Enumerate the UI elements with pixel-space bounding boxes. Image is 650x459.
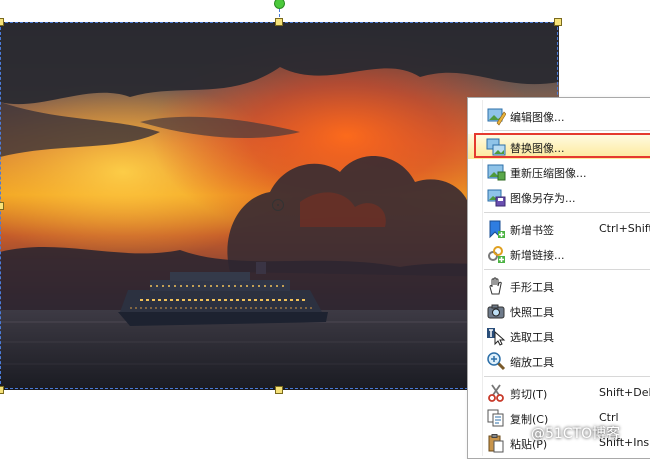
menu-item-save-image-as[interactable]: 图像另存为... (468, 184, 650, 209)
zoom-tool-icon (486, 351, 506, 371)
menu-item-recompress-image[interactable]: 重新压缩图像... (468, 159, 650, 184)
menu-item-hand-tool[interactable]: 手形工具 (468, 273, 650, 298)
edit-image-icon (486, 106, 507, 126)
menu-separator (484, 269, 650, 270)
paste-icon (486, 433, 506, 453)
menu-separator (484, 130, 650, 131)
replace-image-icon (486, 137, 506, 157)
context-menu: 编辑图像... 替换图像... 重新压缩图像... 图像另存为... 新增书签 … (467, 97, 650, 459)
resize-handle-top-left[interactable] (0, 18, 4, 26)
menu-item-label: 新增链接... (510, 249, 565, 262)
menu-item-label: 新增书签 (510, 224, 554, 237)
menu-item-label: 图像另存为... (510, 192, 576, 205)
menu-item-add-bookmark[interactable]: 新增书签 Ctrl+Shift (468, 216, 650, 241)
copy-icon (486, 408, 506, 428)
menu-item-label: 缩放工具 (510, 356, 554, 369)
resize-handle-bottom-left[interactable] (0, 386, 4, 394)
cut-icon (486, 383, 506, 403)
menu-item-label: 替换图像... (510, 142, 565, 155)
rotation-handle[interactable] (274, 0, 285, 9)
menu-item-label: 剪切(T) (510, 388, 548, 401)
menu-item-replace-image[interactable]: 替换图像... (468, 134, 650, 159)
menu-separator (484, 212, 650, 213)
image-center-marker (272, 199, 284, 211)
menu-item-add-link[interactable]: 新增链接... (468, 241, 650, 266)
recompress-image-icon (486, 162, 506, 182)
add-link-icon (486, 244, 506, 264)
menu-item-label: 编辑图像... (510, 111, 565, 124)
resize-handle-top[interactable] (275, 18, 283, 26)
snapshot-tool-icon (486, 301, 506, 321)
watermark: @51CTO博客 (531, 426, 621, 442)
menu-separator (484, 376, 650, 377)
resize-handle-left[interactable] (0, 202, 4, 210)
menu-item-edit-image[interactable]: 编辑图像... (468, 103, 650, 128)
select-tool-icon (486, 326, 506, 346)
menu-item-zoom-tool[interactable]: 缩放工具 (468, 348, 650, 373)
menu-item-select-tool[interactable]: 选取工具 (468, 323, 650, 348)
menu-item-cut[interactable]: 剪切(T) Shift+Dele (468, 380, 650, 405)
menu-item-label: 重新压缩图像... (510, 167, 587, 180)
hand-tool-icon (486, 276, 506, 296)
save-image-as-icon (486, 187, 506, 207)
menu-item-shortcut: Ctrl+Shift (599, 222, 650, 235)
menu-item-label: 手形工具 (510, 281, 554, 294)
menu-item-snapshot-tool[interactable]: 快照工具 (468, 298, 650, 323)
resize-handle-top-right[interactable] (554, 18, 562, 26)
menu-item-shortcut: Shift+Dele (599, 386, 650, 399)
menu-item-label: 选取工具 (510, 331, 554, 344)
resize-handle-bottom[interactable] (275, 386, 283, 394)
menu-item-label: 快照工具 (510, 306, 554, 319)
add-bookmark-icon (486, 219, 506, 239)
